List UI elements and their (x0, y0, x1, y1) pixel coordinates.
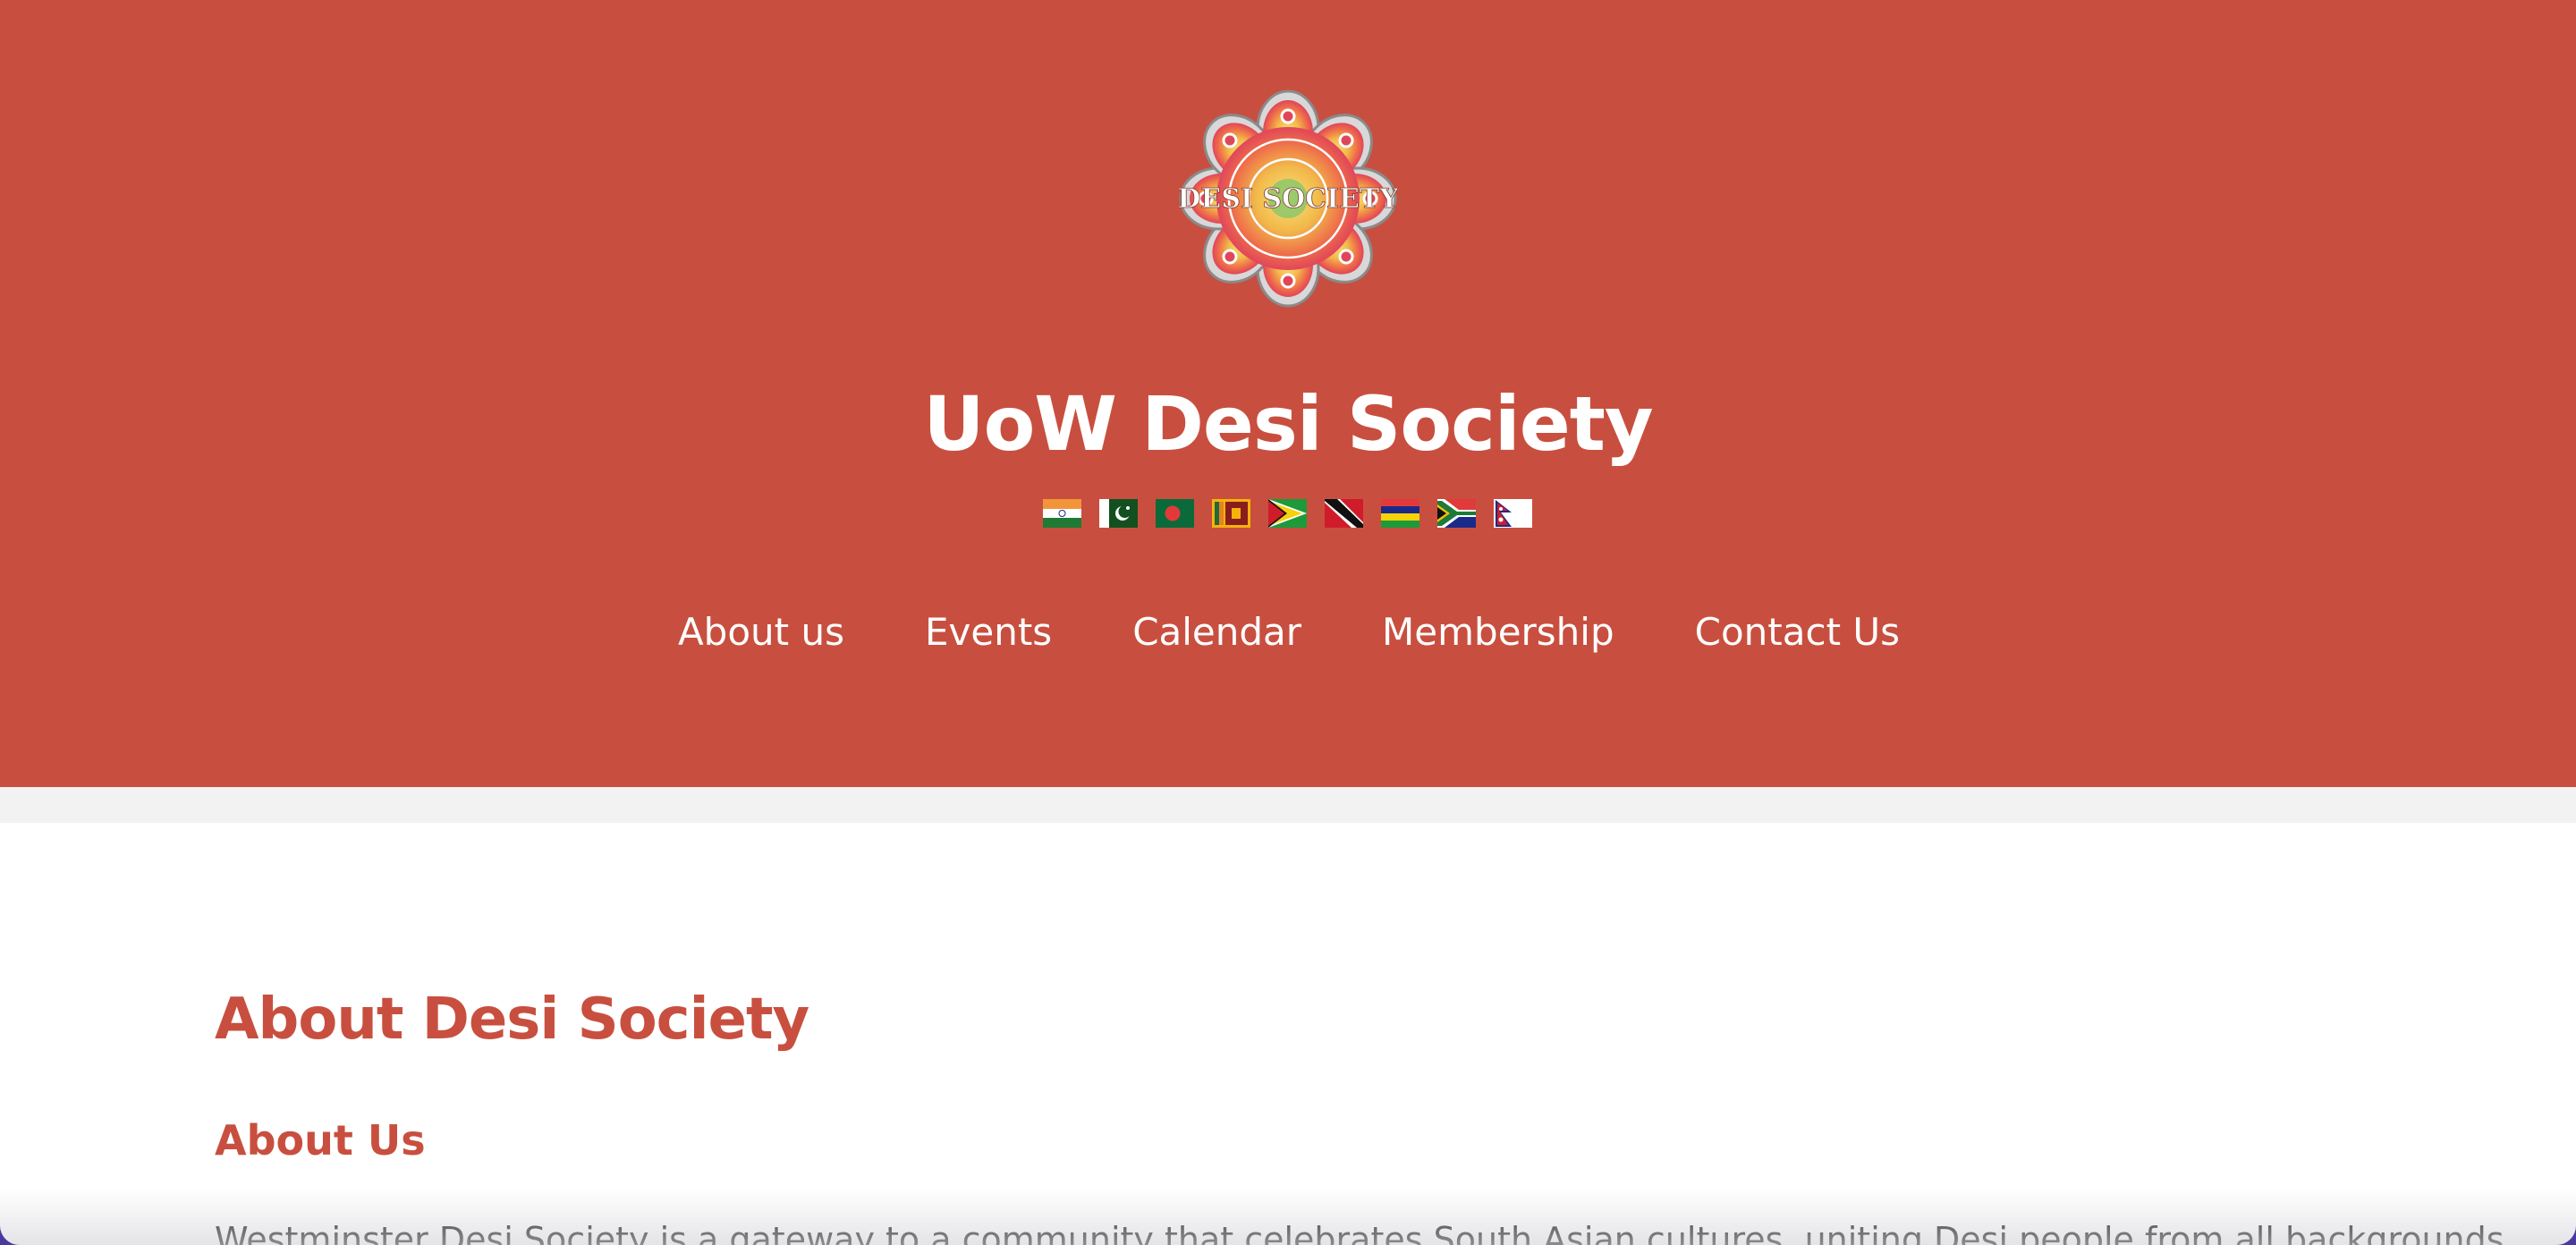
main-nav: About us Events Calendar Membership Cont… (0, 599, 2576, 665)
india-flag-icon (1043, 499, 1081, 528)
nav-calendar[interactable]: Calendar (1131, 599, 1301, 665)
header-divider-band (0, 787, 2576, 823)
page: DESI SOCIETY UoW Desi Society About us E… (0, 0, 2576, 1245)
guyana-flag-icon (1268, 499, 1307, 528)
sri-lanka-flag-icon (1212, 499, 1250, 528)
mandala-logo-icon: DESI SOCIETY (1179, 89, 1397, 308)
bangladesh-flag-icon (1156, 499, 1194, 528)
site-title: UoW Desi Society (923, 380, 1653, 468)
nav-membership[interactable]: Membership (1380, 599, 1614, 665)
nav-about-us[interactable]: About us (676, 599, 844, 665)
site-header: DESI SOCIETY UoW Desi Society About us E… (0, 0, 2576, 787)
about-section: About Desi Society About Us Westminster … (215, 975, 2504, 1245)
section-subheading: About Us (215, 1116, 426, 1165)
page-title: About Desi Society (215, 987, 809, 1053)
nav-events[interactable]: Events (923, 599, 1052, 665)
desi-society-logo[interactable]: DESI SOCIETY (1179, 89, 1397, 308)
nepal-flag-icon (1494, 499, 1532, 528)
pakistan-flag-icon (1099, 499, 1138, 528)
nav-contact-us[interactable]: Contact Us (1693, 599, 1900, 665)
svg-text:DESI SOCIETY: DESI SOCIETY (1179, 183, 1397, 215)
about-paragraph: Westminster Desi Society is a gateway to… (215, 1220, 2504, 1245)
flag-row (1043, 499, 1532, 528)
mauritius-flag-icon (1381, 499, 1419, 528)
trinidad-tobago-flag-icon (1325, 499, 1363, 528)
south-africa-flag-icon (1437, 499, 1476, 528)
